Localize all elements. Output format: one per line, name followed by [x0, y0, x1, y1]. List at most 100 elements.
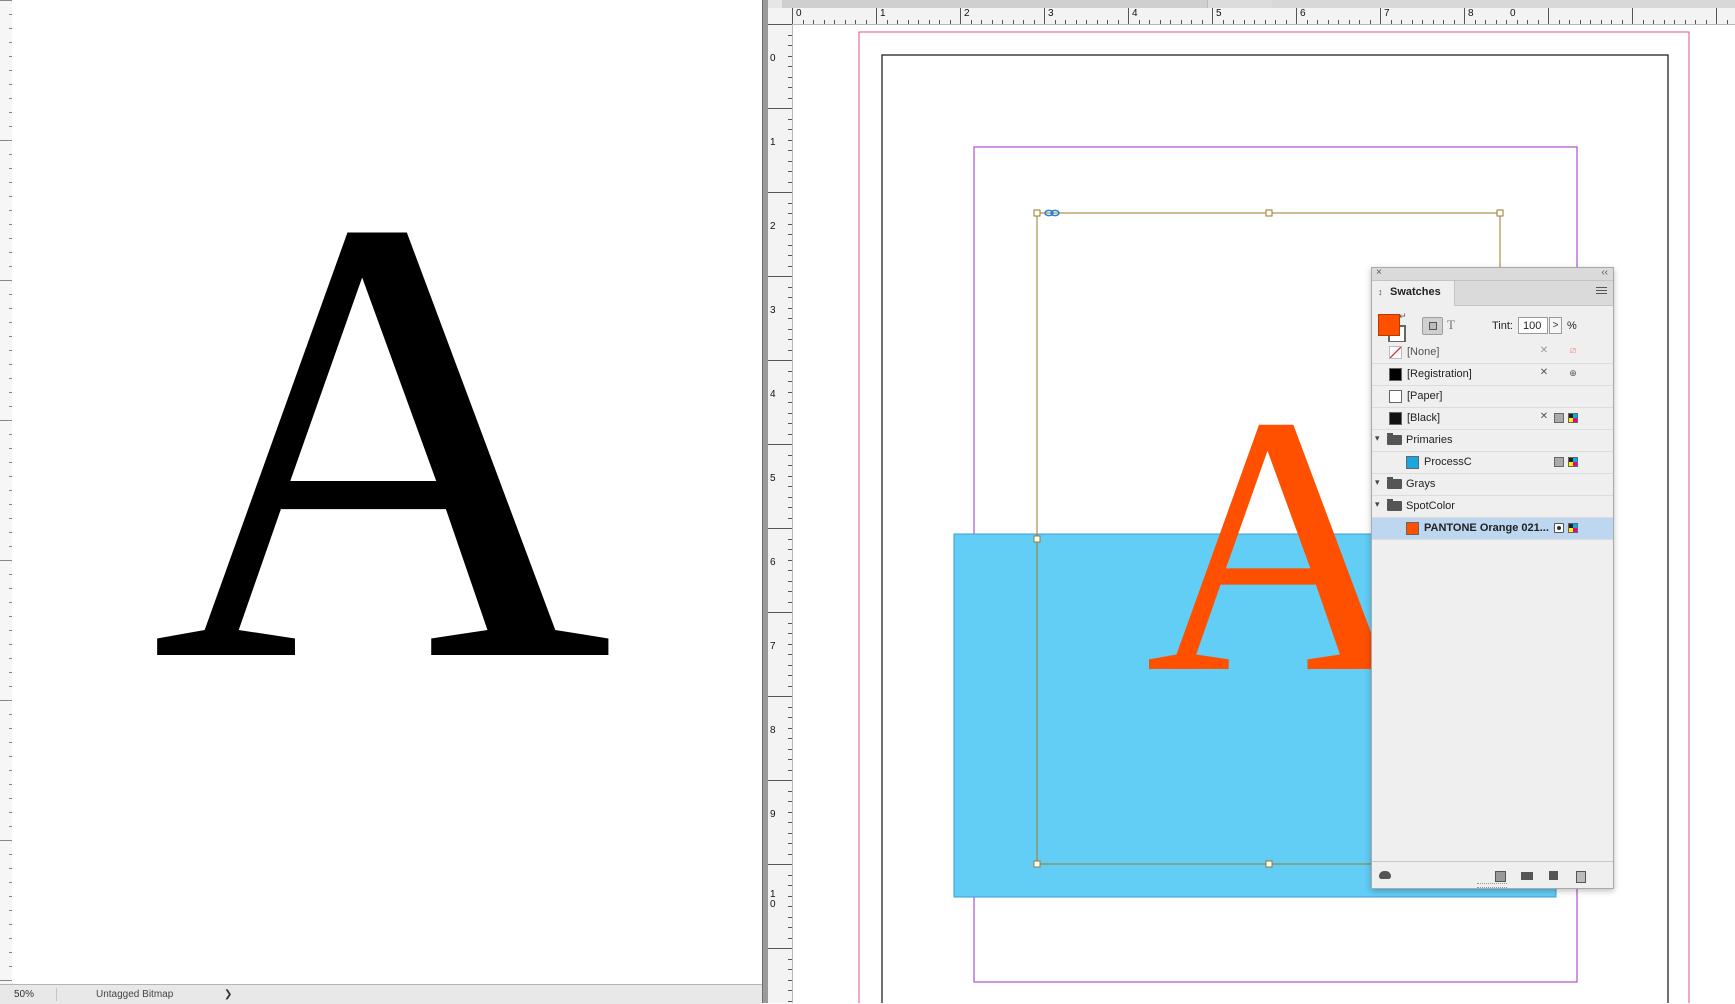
ruler-tick [1443, 20, 1444, 24]
ruler-tick [788, 843, 792, 844]
tint-input[interactable]: 100 [1518, 317, 1548, 334]
swatch-group-grays[interactable]: ▾ Grays [1372, 474, 1613, 496]
ruler-tick [788, 265, 792, 267]
document-tab[interactable] [1272, 0, 1735, 8]
ruler-tick [788, 349, 792, 351]
ruler-tick [768, 612, 792, 613]
ruler-tick [876, 8, 877, 24]
ruler-tick [1611, 20, 1612, 24]
ruler-tick [1422, 20, 1423, 24]
ruler-tick [855, 20, 856, 24]
swatch-row-paper[interactable]: [Paper] [1372, 386, 1613, 408]
swatch-group-spotcolor[interactable]: ▾ SpotColor [1372, 496, 1613, 518]
ruler-tick [1359, 20, 1360, 24]
ruler-tick [991, 20, 993, 24]
new-color-group-icon[interactable] [1493, 869, 1507, 882]
ruler-tick [768, 444, 792, 445]
black-chip [1389, 412, 1402, 425]
ruler-tick [788, 423, 792, 424]
ruler-number: 8 [1468, 8, 1474, 19]
zoom-level[interactable]: 50% [6, 988, 57, 1001]
ruler-number: 9 [770, 809, 776, 820]
ruler-tick [788, 402, 792, 403]
ruler-tick [788, 979, 792, 981]
ruler-tick [788, 937, 792, 939]
ruler-tick [1096, 20, 1098, 24]
ruler-tick [788, 633, 792, 634]
new-swatch-icon[interactable] [1547, 869, 1561, 881]
chevron-down-icon[interactable]: ▾ [1375, 433, 1380, 444]
ruler-tick [788, 601, 792, 603]
ruler-tick [960, 8, 961, 24]
tint-label: Tint: [1492, 320, 1513, 332]
horizontal-ruler[interactable]: 0 1 2 3 4 5 6 7 8 0 [792, 8, 1735, 25]
folder-icon[interactable] [1520, 869, 1534, 881]
swatch-row-processc[interactable]: ProcessC [1372, 452, 1613, 474]
ruler-tick [788, 223, 792, 225]
panel-menu-icon[interactable] [1596, 287, 1607, 297]
ruler-tick [928, 20, 930, 24]
sort-arrows-icon: ↕ [1378, 287, 1383, 297]
panel-tab-bar: ↕ Swatches [1372, 281, 1613, 306]
collapse-icon[interactable]: ‹‹ [1601, 267, 1608, 278]
ruler-tick [0, 280, 12, 281]
ruler-tick [788, 433, 792, 435]
color-profile-label: Untagged Bitmap [96, 989, 174, 1000]
formatting-affects-container-button[interactable] [1422, 317, 1443, 335]
tint-stepper-button[interactable]: > [1549, 317, 1562, 334]
left-canvas[interactable]: A [12, 0, 762, 983]
ruler-tick [886, 20, 888, 24]
ruler-tick [1401, 20, 1402, 24]
tab-swatches[interactable]: ↕ Swatches [1372, 281, 1455, 306]
ruler-number: 3 [1048, 8, 1054, 19]
ruler-tick [768, 528, 792, 529]
ruler-tick [1222, 20, 1224, 24]
ruler-number: 1 [880, 8, 886, 19]
status-arrow-icon[interactable]: ❯ [224, 988, 232, 1001]
ruler-number: 1 [770, 137, 776, 148]
ruler-tick [788, 475, 792, 477]
fill-swatch[interactable] [1378, 314, 1400, 336]
ruler-tick [897, 20, 898, 24]
ruler-tick [1600, 20, 1602, 24]
ruler-tick [788, 318, 792, 319]
formatting-affects-text-button[interactable]: T [1447, 317, 1455, 333]
ruler-tick [0, 840, 12, 841]
ruler-origin[interactable] [768, 8, 793, 25]
ruler-tick [788, 790, 792, 792]
ruler-number: 2 [770, 221, 776, 232]
resize-grip[interactable] [1477, 883, 1507, 888]
ruler-tick [788, 234, 792, 235]
ruler-number: 6 [1300, 8, 1306, 19]
pantone-orange-chip [1406, 522, 1419, 535]
ruler-tick [981, 20, 982, 24]
ruler-tick [1621, 20, 1623, 24]
ruler-tick [788, 97, 792, 99]
panel-titlebar[interactable]: × ‹‹ [1372, 267, 1613, 281]
ruler-tick [0, 0, 12, 1]
swatch-row-none[interactable]: [None] ✕ ⧄ [1372, 342, 1613, 364]
trash-icon[interactable] [1573, 869, 1587, 883]
close-icon[interactable]: × [1376, 267, 1382, 278]
ruler-tick [788, 958, 792, 960]
left-document-window: A 50% Untagged Bitmap ❯ [0, 0, 762, 1004]
ruler-tick [788, 822, 792, 823]
ruler-tick [788, 297, 792, 298]
ruler-tick [788, 76, 792, 78]
swap-fill-stroke-icon[interactable]: ↵ [1399, 311, 1407, 322]
ruler-tick [788, 328, 792, 330]
ruler-tick [768, 192, 792, 193]
ruler-tick [1590, 20, 1591, 24]
vertical-ruler[interactable]: 012345678910 [768, 24, 793, 1003]
swatch-group-primaries[interactable]: ▾ Primaries [1372, 430, 1613, 452]
chevron-down-icon[interactable]: ▾ [1375, 499, 1380, 510]
cc-libraries-icon[interactable] [1377, 869, 1391, 881]
ruler-tick [834, 20, 835, 24]
swatch-row-registration[interactable]: [Registration] ✕ [1372, 364, 1613, 386]
ruler-tick [788, 874, 792, 876]
document-tab[interactable] [782, 0, 1208, 8]
chevron-down-icon[interactable]: ▾ [1375, 477, 1380, 488]
swatch-row-black[interactable]: [Black] ✕ [1372, 408, 1613, 430]
swatch-row-pantone-orange[interactable]: PANTONE Orange 021... [1372, 518, 1613, 540]
folder-icon [1387, 433, 1402, 445]
